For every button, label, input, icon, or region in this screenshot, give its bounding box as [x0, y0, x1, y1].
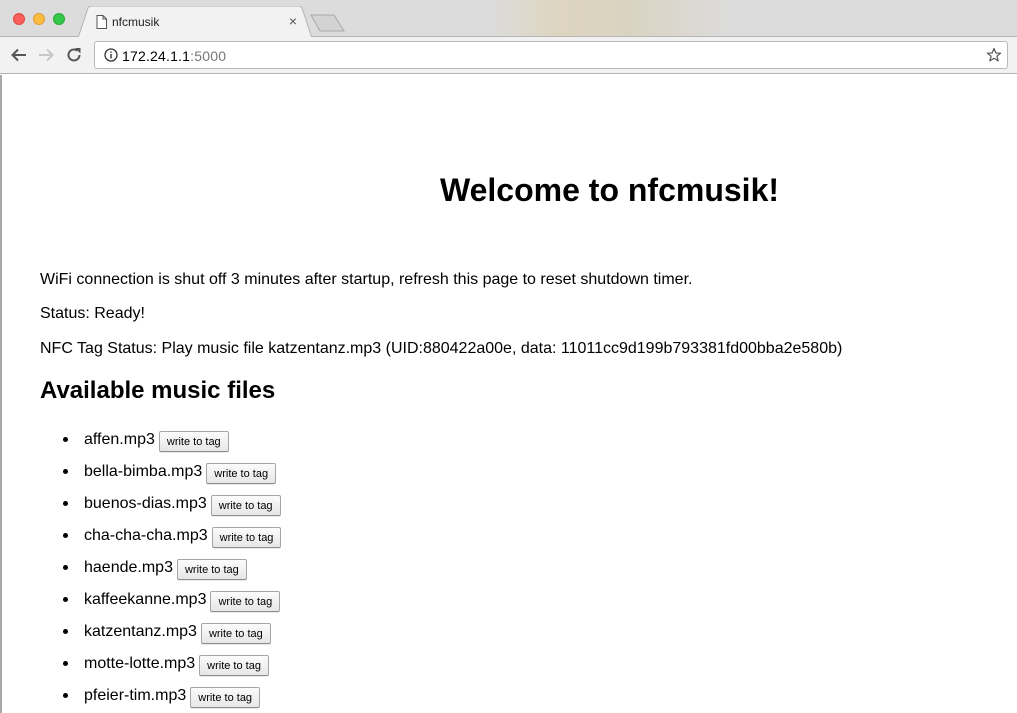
file-name: buenos-dias.mp3 — [84, 495, 207, 512]
file-name: affen.mp3 — [84, 431, 155, 448]
page-content: Welcome to nfcmusik! WiFi connection is … — [0, 75, 1017, 713]
window-minimize-button[interactable] — [33, 13, 45, 25]
bullet — [63, 629, 68, 634]
bullet — [63, 501, 68, 506]
write-to-tag-button[interactable]: write to tag — [211, 527, 282, 548]
bullet — [63, 661, 68, 666]
write-to-tag-button[interactable]: write to tag — [190, 687, 261, 708]
file-name: cha-cha-cha.mp3 — [84, 527, 208, 544]
list-item: haende.mp3 write to tag — [63, 558, 281, 590]
url-port: :5000 — [190, 48, 227, 64]
file-name: haende.mp3 — [84, 559, 173, 576]
address-bar[interactable]: 172.24.1.1:5000 — [94, 41, 1008, 69]
bullet — [63, 469, 68, 474]
info-icon[interactable] — [104, 48, 118, 62]
bullet — [63, 597, 68, 602]
back-icon[interactable] — [10, 46, 28, 64]
bullet — [63, 437, 68, 442]
url-text[interactable]: 172.24.1.1:5000 — [122, 48, 226, 64]
new-tab-button[interactable] — [310, 14, 346, 32]
star-icon[interactable] — [986, 47, 1002, 63]
forward-icon[interactable] — [37, 46, 55, 64]
file-name: kaffeekanne.mp3 — [84, 591, 207, 608]
bullet — [63, 533, 68, 538]
file-name: bella-bimba.mp3 — [84, 463, 203, 480]
window-close-button[interactable] — [13, 13, 25, 25]
list-item: katzentanz.mp3 write to tag — [63, 622, 281, 654]
tab-close-icon[interactable]: × — [286, 14, 300, 28]
file-name: katzentanz.mp3 — [84, 623, 197, 640]
bullet — [63, 565, 68, 570]
list-item: pfeier-tim.mp3 write to tag — [63, 686, 281, 713]
file-name: pfeier-tim.mp3 — [84, 687, 187, 704]
list-item: bella-bimba.mp3 write to tag — [63, 462, 281, 494]
bullet — [63, 693, 68, 698]
music-file-list: affen.mp3 write to tag bella-bimba.mp3 w… — [63, 430, 282, 713]
window-maximize-button[interactable] — [53, 13, 65, 25]
browser-toolbar: 172.24.1.1:5000 — [0, 37, 1017, 74]
nfc-tag-status: NFC Tag Status: Play music file katzenta… — [40, 340, 843, 357]
page-title: Welcome to nfcmusik! — [439, 172, 780, 208]
reload-icon[interactable] — [65, 46, 83, 64]
section-title: Available music files — [40, 377, 276, 404]
page-icon — [96, 15, 107, 29]
list-item: motte-lotte.mp3 write to tag — [63, 654, 281, 686]
status-text: Status: Ready! — [40, 305, 145, 322]
url-host: 172.24.1.1 — [122, 48, 191, 64]
tab-title: nfcmusik — [112, 15, 160, 29]
list-item: kaffeekanne.mp3 write to tag — [63, 590, 281, 622]
write-to-tag-button[interactable]: write to tag — [200, 623, 271, 644]
write-to-tag-button[interactable]: write to tag — [199, 655, 269, 676]
wifi-notice: WiFi connection is shut off 3 minutes af… — [40, 271, 693, 288]
write-to-tag-button[interactable]: write to tag — [176, 559, 247, 580]
list-item: buenos-dias.mp3 write to tag — [63, 494, 281, 526]
write-to-tag-button[interactable]: write to tag — [158, 431, 229, 452]
browser-titlebar: nfcmusik × — [0, 0, 1017, 38]
write-to-tag-button[interactable]: write to tag — [206, 463, 277, 484]
file-name: motte-lotte.mp3 — [84, 655, 196, 672]
write-to-tag-button[interactable]: write to tag — [210, 591, 281, 612]
list-item: affen.mp3 write to tag — [63, 430, 281, 462]
browser-tab[interactable]: nfcmusik × — [78, 6, 313, 38]
list-item: cha-cha-cha.mp3 write to tag — [63, 526, 282, 558]
write-to-tag-button[interactable]: write to tag — [210, 495, 281, 516]
